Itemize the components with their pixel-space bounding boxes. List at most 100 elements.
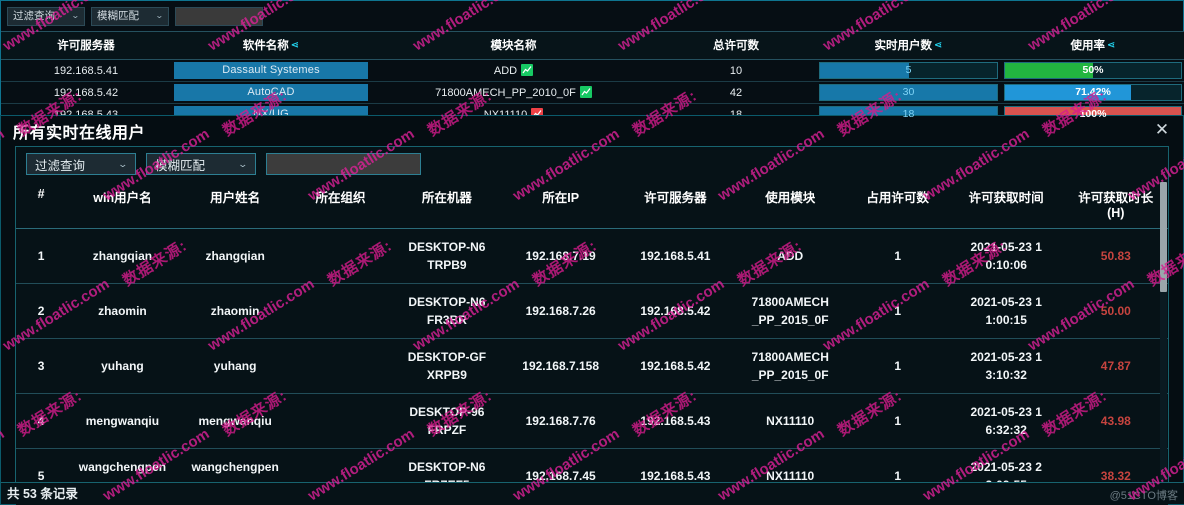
cell-total-licenses: 10 — [656, 59, 816, 82]
col-user-fullname[interactable]: 用户姓名 — [178, 181, 292, 229]
cell-organization — [291, 228, 390, 284]
col-module-name-label: 模块名称 — [490, 40, 537, 52]
cell-user-fullname: zhaomin — [178, 283, 292, 339]
cell-user-fullname: zhangqian — [178, 228, 292, 284]
table-row[interactable]: 2 zhaomin zhaomin DESKTOP-N6 FR3BR 192.168.7.… — [16, 283, 1168, 339]
cell-software-name[interactable]: Dassault Systemes — [171, 59, 371, 82]
cell-acquire-time: 2021-05-23 1 6:32:32 — [948, 393, 1064, 449]
col-win-username[interactable]: win用户名 — [66, 181, 179, 229]
cell-organization — [291, 393, 390, 449]
col-module-name[interactable]: 模块名称 — [371, 31, 656, 60]
cell-ip: 192.168.7.26 — [504, 283, 617, 339]
modal-filter-query-select[interactable]: 过滤查询 ⌄ — [26, 153, 136, 175]
cell-index: 1 — [16, 228, 67, 284]
modal-vertical-scrollbar[interactable] — [1160, 182, 1167, 480]
cell-total-licenses: 42 — [656, 81, 816, 104]
col-licenses-held[interactable]: 占用许可数 — [846, 181, 949, 229]
col-realtime-users[interactable]: 实时用户数 ⋖ — [816, 31, 1001, 60]
sort-icon[interactable]: ⋖ — [1107, 40, 1115, 51]
usage-rate-value: 100% — [1079, 108, 1107, 120]
cell-acquire-time: 2021-05-23 1 3:10:32 — [948, 338, 1064, 394]
modal-body: 过滤查询 ⌄ 模糊匹配 ⌄ # win用户名 用户姓名 所在组织 所在机器 所在… — [15, 146, 1169, 505]
col-software-name[interactable]: 软件名称 ⋖ — [171, 31, 371, 60]
trend-up-icon — [521, 64, 534, 76]
col-index[interactable]: # — [16, 181, 67, 229]
cell-acquire-duration: 50.83 — [1063, 228, 1168, 284]
scrollbar-thumb[interactable] — [1160, 182, 1167, 292]
cell-realtime-users: 30 — [816, 81, 1001, 104]
cell-license-server: 192.168.5.42 — [617, 283, 734, 339]
col-license-server[interactable]: 许可服务器 — [617, 181, 734, 229]
col-acquire-duration-line2: (H) — [1107, 206, 1125, 220]
chevron-down-icon: ⌄ — [117, 158, 129, 169]
usage-rate-bar: 50% — [1004, 62, 1182, 79]
online-users-header-row: # win用户名 用户姓名 所在组织 所在机器 所在IP 许可服务器 使用模块 … — [16, 181, 1168, 229]
col-organization[interactable]: 所在组织 — [291, 181, 390, 229]
usage-rate-bar: 71.42% — [1004, 84, 1182, 101]
close-icon[interactable]: ✕ — [1151, 120, 1173, 142]
modal-table-scroll-area: # win用户名 用户姓名 所在组织 所在机器 所在IP 许可服务器 使用模块 … — [16, 181, 1168, 505]
cell-license-server: 192.168.5.42 — [617, 338, 734, 394]
cell-win-username: zhaomin — [66, 283, 179, 339]
cell-license-server: 192.168.5.42 — [1, 81, 171, 104]
col-license-server[interactable]: 许可服务器 — [1, 31, 171, 60]
cell-licenses-held: 1 — [846, 393, 949, 449]
usage-rate-value: 71.42% — [1075, 86, 1111, 98]
realtime-users-value: 18 — [902, 108, 915, 120]
cell-usage-rate: 50% — [1001, 59, 1184, 82]
cell-used-module: 71800AMECH _PP_2015_0F — [733, 338, 847, 394]
match-mode-select[interactable]: 模糊匹配 ⌄ — [91, 6, 169, 26]
cell-acquire-time: 2021-05-23 1 1:00:15 — [948, 283, 1064, 339]
cell-acquire-duration: 43.98 — [1063, 393, 1168, 449]
sort-icon[interactable]: ⋖ — [934, 40, 942, 51]
license-summary-header-row: 许可服务器 软件名称 ⋖ 模块名称 总许可数 实时用户数 ⋖ 使用率 ⋖ — [1, 31, 1184, 60]
cell-index: 3 — [16, 338, 67, 394]
cell-used-module: ADD — [733, 228, 847, 284]
cell-module-name: 71800AMECH_PP_2010_0F — [371, 81, 656, 104]
table-row[interactable]: 3 yuhang yuhang DESKTOP-GF XRPB9 192.168.7.15… — [16, 338, 1168, 394]
table-row[interactable]: 1 zhangqian zhangqian DESKTOP-N6 TRPB9 192.16… — [16, 228, 1168, 284]
realtime-users-bar: 5 — [819, 62, 998, 79]
cell-index: 4 — [16, 393, 67, 449]
table-row[interactable]: 192.168.5.41 Dassault Systemes ADD 10 5 50% — [1, 59, 1184, 82]
cell-ip: 192.168.7.76 — [504, 393, 617, 449]
table-row[interactable]: 192.168.5.42 AutoCAD 71800AMECH_PP_2010_0F… — [1, 81, 1184, 104]
modal-search-input[interactable] — [266, 153, 421, 175]
cell-organization — [291, 338, 390, 394]
cell-usage-rate: 71.42% — [1001, 81, 1184, 104]
col-usage-rate[interactable]: 使用率 ⋖ — [1001, 31, 1184, 60]
modal-match-mode-select[interactable]: 模糊匹配 ⌄ — [146, 153, 256, 175]
modal-filter-query-value: 过滤查询 — [35, 158, 86, 173]
filter-query-select[interactable]: 过滤查询 ⌄ — [7, 6, 85, 26]
modal-footer: 共 53 条记录 — [1, 482, 1184, 504]
cell-win-username: zhangqian — [66, 228, 179, 284]
col-acquire-time[interactable]: 许可获取时间 — [948, 181, 1064, 229]
usage-rate-bar: 100% — [1004, 106, 1182, 123]
software-badge[interactable]: AutoCAD — [174, 84, 368, 101]
sort-icon[interactable]: ⋖ — [291, 40, 299, 51]
table-row[interactable]: 4 mengwanqiu mengwanqiu DESKTOP-96 FRPZF 192.… — [16, 393, 1168, 449]
realtime-users-value: 5 — [905, 64, 912, 76]
col-software-name-label: 软件名称 — [242, 40, 289, 52]
chevron-down-icon: ⌄ — [155, 11, 165, 20]
online-users-table: # win用户名 用户姓名 所在组织 所在机器 所在IP 许可服务器 使用模块 … — [16, 181, 1168, 505]
dashboard-search-input[interactable] — [175, 6, 263, 26]
col-realtime-users-label: 实时用户数 — [874, 40, 933, 52]
software-badge[interactable]: Dassault Systemes — [174, 62, 368, 79]
cell-realtime-users: 5 — [816, 59, 1001, 82]
cell-license-server: 192.168.5.43 — [617, 393, 734, 449]
col-used-module[interactable]: 使用模块 — [733, 181, 847, 229]
cell-ip: 192.168.7.158 — [504, 338, 617, 394]
chevron-down-icon: ⌄ — [71, 11, 81, 20]
col-total-licenses[interactable]: 总许可数 — [656, 31, 816, 60]
cell-software-name[interactable]: AutoCAD — [171, 81, 371, 104]
col-machine[interactable]: 所在机器 — [389, 181, 505, 229]
match-mode-select-value: 模糊匹配 — [97, 9, 139, 22]
online-users-modal: 所有实时在线用户 ✕ 过滤查询 ⌄ 模糊匹配 ⌄ # win用户名 用户姓名 所… — [0, 115, 1184, 505]
cell-module-name: ADD — [371, 59, 656, 82]
col-ip[interactable]: 所在IP — [504, 181, 617, 229]
cell-user-fullname: yuhang — [178, 338, 292, 394]
realtime-users-bar: 18 — [819, 106, 998, 123]
cell-license-server: 192.168.5.41 — [617, 228, 734, 284]
col-acquire-duration[interactable]: 许可获取时长 (H) — [1063, 181, 1168, 229]
